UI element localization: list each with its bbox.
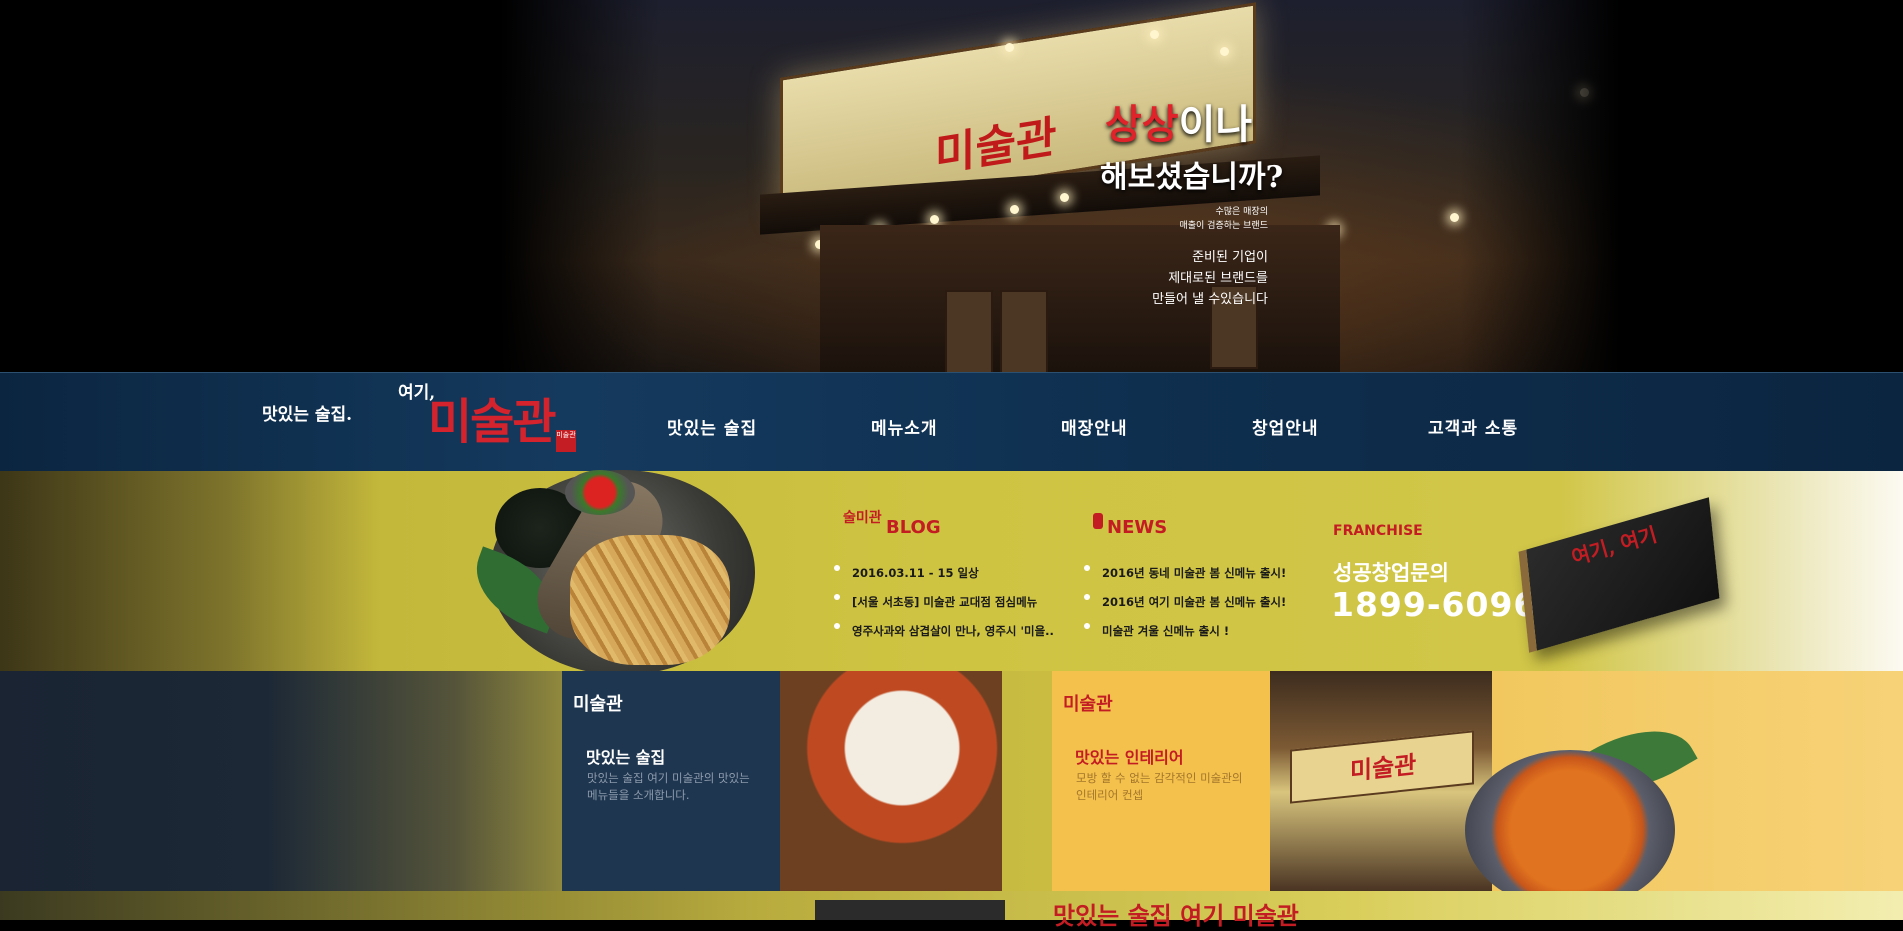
hero-brush-text: 제대로된 브랜드를	[1168, 271, 1268, 286]
nav-item-franchise[interactable]: 창업안내	[1252, 414, 1319, 439]
hero-banner: 미술관 상상이나 해보셨습니까? 수많은 매장의 매출이 검증하는 브랜드 준비…	[0, 0, 1903, 372]
logo-seal: 미술관	[556, 430, 576, 452]
light-bulb	[1220, 47, 1229, 56]
nav-item-menu[interactable]: 메뉴소개	[871, 414, 938, 439]
spicy-dish-image	[1465, 750, 1675, 910]
bottom-image	[815, 900, 1005, 920]
list-bullet	[834, 594, 840, 600]
hero-fade-left	[500, 0, 660, 372]
light-bulb	[1005, 43, 1014, 52]
hero-headline-red: 상상	[1105, 101, 1179, 148]
bottom-section-title: 맛있는 술집 여기 미술관	[1053, 901, 1299, 930]
logo-tagline[interactable]: 맛있는 술집.	[262, 400, 352, 425]
blog-post-link[interactable]: 영주사과와 삼겹살이 만나, 영주시 '미을..	[852, 623, 1054, 639]
blog-deco-logo: 술미관	[843, 510, 882, 526]
blog-post-link[interactable]: 2016.03.11 - 15 일상	[852, 565, 979, 581]
news-item-link[interactable]: 미술관 겨울 신메뉴 출시 !	[1102, 623, 1229, 639]
list-bullet	[1084, 565, 1090, 571]
news-title[interactable]: NEWS	[1107, 517, 1167, 538]
light-bulb	[1150, 30, 1159, 39]
light-bulb	[1450, 213, 1459, 222]
nav-item-community[interactable]: 고객과 소통	[1428, 414, 1518, 439]
panel-description: 모방 할 수 없는 감각적인 미술관의 인테리어 컨셉	[1076, 771, 1243, 802]
storefront-window	[945, 290, 993, 372]
blog-post-link[interactable]: [서울 서초동] 미술관 교대점 점심메뉴	[852, 594, 1037, 610]
hero-headline-white: 이나	[1178, 101, 1253, 148]
news-item-link[interactable]: 2016년 동네 미술관 봄 신메뉴 출시!	[1102, 565, 1286, 581]
panel-logo: 미술관	[1063, 694, 1113, 715]
hero-fade-right	[1460, 0, 1620, 372]
list-bullet	[834, 565, 840, 571]
site-logo[interactable]: 미술관	[428, 382, 556, 452]
franchise-inquiry-text: 성공창업문의	[1333, 560, 1449, 585]
hero-brush-text: 만들어 낼 수있습니다	[1152, 292, 1268, 307]
news-item-link[interactable]: 2016년 여기 미술관 봄 신메뉴 출시!	[1102, 594, 1286, 610]
pepper-bowl-image	[565, 470, 635, 515]
panel-description: 맛있는 술집 여기 미술관의 맛있는 메뉴들을 소개합니다.	[587, 771, 750, 802]
hero-headline: 상상이나	[1105, 92, 1252, 150]
interior-sign-text: 미술관	[1350, 749, 1417, 786]
panel-logo: 미술관	[573, 694, 623, 715]
franchise-phone[interactable]: 1899-6096	[1331, 585, 1537, 624]
franchise-label[interactable]: FRANCHISE	[1333, 523, 1423, 539]
list-bullet	[1084, 594, 1090, 600]
hero-subtext: 수많은 매장의	[1215, 207, 1268, 217]
blog-title[interactable]: BLOG	[886, 517, 941, 538]
news-deco-icon	[1093, 513, 1103, 529]
hero-headline-line2: 해보셨습니까?	[1100, 160, 1284, 195]
list-bullet	[1084, 623, 1090, 629]
fried-snack-image	[570, 535, 730, 665]
light-bulb	[930, 215, 939, 224]
panel-title: 맛있는 술집	[586, 748, 666, 767]
nav-item-tasty-bar[interactable]: 맛있는 술집	[667, 414, 757, 439]
list-bullet	[834, 623, 840, 629]
nav-item-stores[interactable]: 매장안내	[1061, 414, 1128, 439]
light-bulb	[1060, 193, 1069, 202]
hero-brush-text: 준비된 기업이	[1192, 250, 1268, 265]
hero-subtext: 매출이 검증하는 브랜드	[1179, 221, 1268, 231]
food-dish-image[interactable]	[780, 671, 1002, 891]
panel-title: 맛있는 인테리어	[1075, 748, 1184, 767]
